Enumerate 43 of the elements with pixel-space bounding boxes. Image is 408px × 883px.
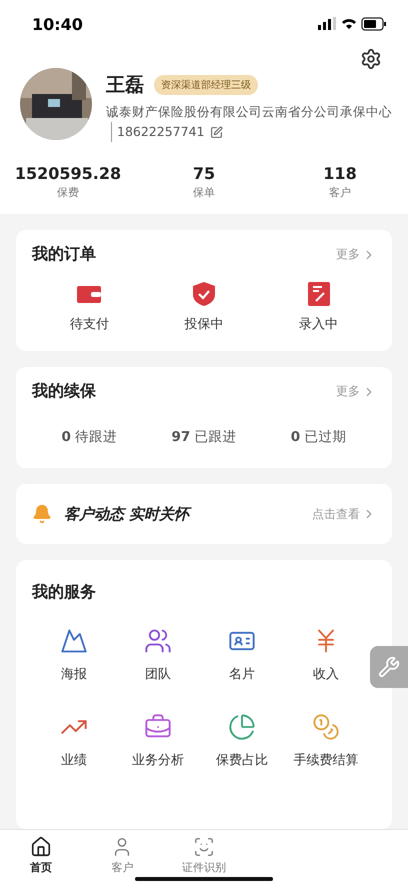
edit-document-icon: [306, 281, 332, 307]
settings-icon[interactable]: [360, 48, 382, 70]
service-button[interactable]: 业绩: [60, 713, 88, 769]
service-button[interactable]: 名片: [228, 627, 256, 683]
edit-icon[interactable]: [210, 126, 224, 138]
company-name: 诚泰财产保险股份有限公司云南省分公司承保中心: [106, 103, 392, 121]
renewal-count[interactable]: 0 已过期: [261, 428, 376, 446]
tab-item[interactable]: 证件识别: [163, 830, 245, 883]
section-title: 我的订单: [32, 244, 96, 265]
renewal-count[interactable]: 0 待跟进: [32, 428, 147, 446]
home-icon: [30, 836, 52, 858]
service-button[interactable]: 业务分析: [132, 713, 184, 769]
shield-check-icon: [190, 281, 217, 307]
renewal-count[interactable]: 97 已跟进: [146, 428, 262, 446]
stat-label: 客户: [329, 185, 351, 200]
status-time: 10:40: [32, 14, 83, 34]
signal-icon: [318, 17, 336, 30]
order-status-button[interactable]: 待支付: [32, 281, 147, 333]
section-title: 我的续保: [32, 381, 96, 402]
user-name: 王磊: [106, 73, 144, 98]
service-button[interactable]: 收入: [312, 627, 340, 683]
section-title: 我的服务: [32, 582, 96, 601]
stat-value: 75: [192, 164, 216, 183]
service-button[interactable]: 手续费结算: [294, 713, 358, 769]
wifi-icon: [342, 19, 356, 29]
stat-label: 保单: [193, 185, 215, 200]
notice-text: 客户动态 实时关怀: [64, 504, 300, 524]
wrench-icon: [378, 656, 400, 678]
scan-icon: [192, 836, 215, 858]
stat-value: 118: [323, 164, 357, 183]
title-badge: 资深渠道部经理三级: [154, 75, 258, 95]
stat-label: 保费: [57, 185, 79, 200]
service-button[interactable]: 海报: [60, 627, 88, 683]
service-button[interactable]: 团队: [144, 627, 172, 683]
order-status-button[interactable]: 投保中: [146, 281, 262, 333]
stat-value: 1520595.28: [14, 164, 122, 183]
bell-icon: [32, 504, 52, 524]
battery-icon: [362, 18, 386, 30]
service-button[interactable]: 保费占比: [216, 713, 268, 769]
phone-number: 18622257741: [111, 122, 204, 142]
tab-item[interactable]: 首页: [0, 830, 82, 883]
order-status-button[interactable]: 录入中: [261, 281, 376, 333]
tab-item[interactable]: 客户: [82, 830, 164, 883]
